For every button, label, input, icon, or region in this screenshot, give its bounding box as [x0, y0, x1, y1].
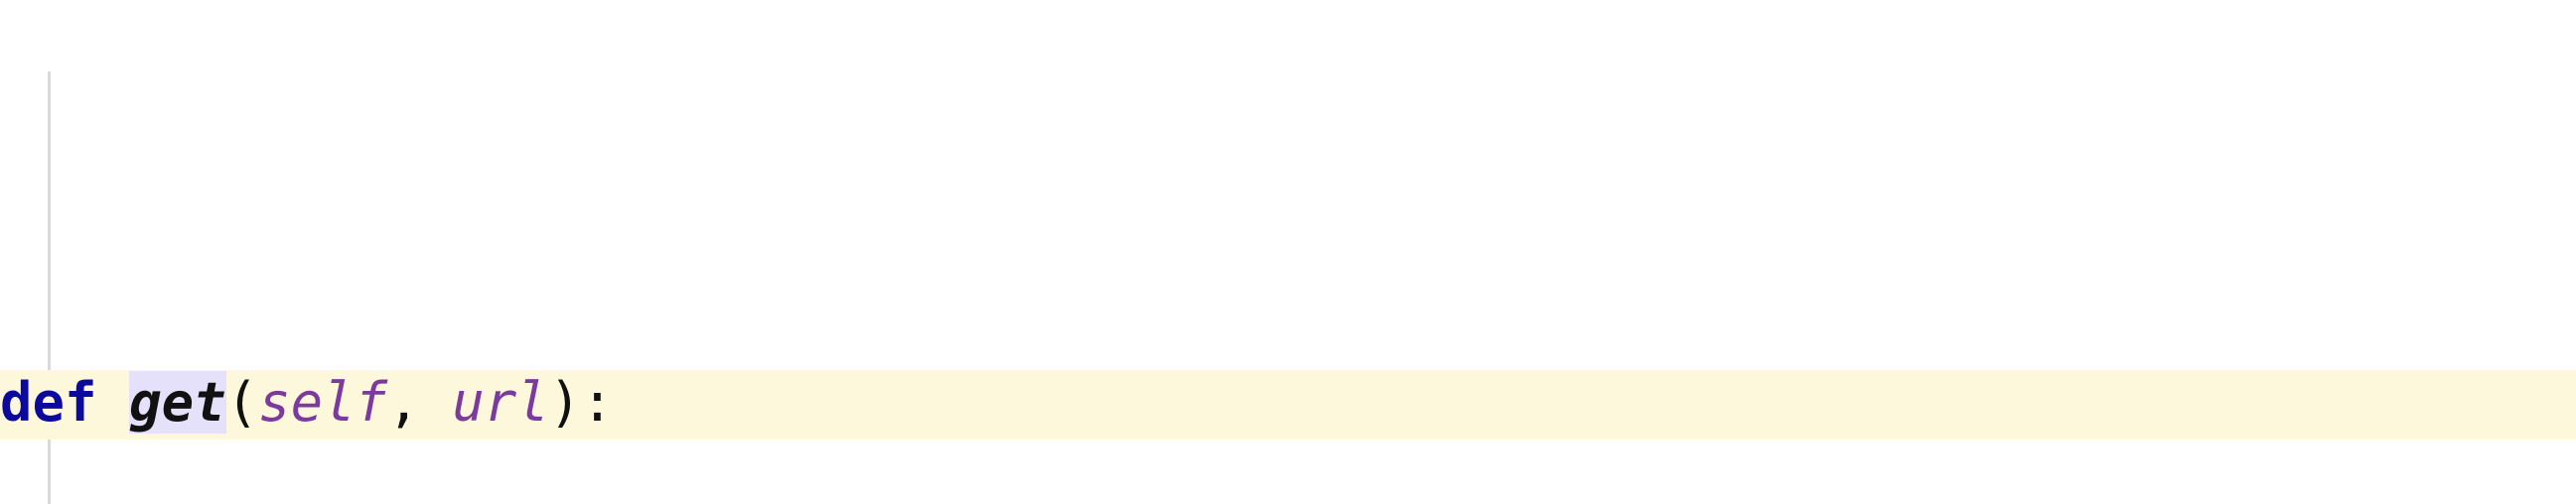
param-self: self [258, 371, 387, 434]
code-editor[interactable]: def get(self, url): """ Loads a web page… [0, 0, 2576, 504]
keyword-def: def [0, 371, 97, 434]
code-line-def[interactable]: def get(self, url): [0, 370, 2576, 440]
param-url: url [452, 371, 549, 434]
paren-close: ) [549, 371, 582, 434]
comma: , [387, 371, 420, 434]
colon: : [581, 371, 614, 434]
function-name[interactable]: get [129, 371, 226, 434]
paren-open: ( [226, 371, 259, 434]
